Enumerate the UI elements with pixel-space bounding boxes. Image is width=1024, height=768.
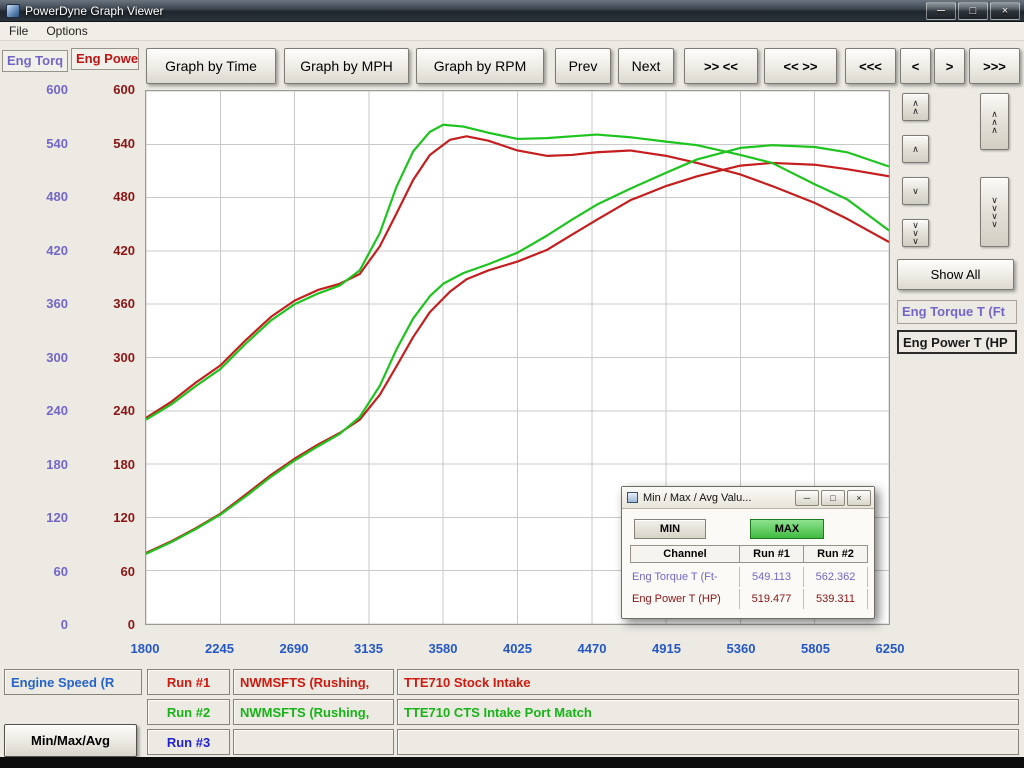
- column-run1[interactable]: Run #1: [739, 545, 804, 563]
- minmax-window-icon: [627, 492, 638, 503]
- run1-name-field[interactable]: NWMSFTS (Rushing,: [233, 669, 394, 695]
- legend-torque-channel[interactable]: Eng Torque T (Ft: [897, 300, 1017, 324]
- minmax-window-title: Min / Max / Avg Valu...: [643, 492, 793, 504]
- minmax-close-button[interactable]: ×: [847, 490, 871, 506]
- max-toggle-button[interactable]: MAX: [750, 519, 824, 539]
- rpm-tick-label: 4025: [487, 641, 549, 657]
- graph-by-rpm-button[interactable]: Graph by RPM: [416, 48, 544, 84]
- zoom-in-button[interactable]: >> <<: [684, 48, 758, 84]
- minmax-torque-channel: Eng Torque T (Ft-: [630, 567, 740, 587]
- run3-label[interactable]: Run #3: [147, 729, 230, 755]
- minmax-power-run1-value: 519.477: [740, 589, 804, 609]
- power-tick-label: 360: [93, 296, 135, 312]
- title-bar[interactable]: PowerDyne Graph Viewer ─ □ ×: [0, 0, 1024, 22]
- table-row: Eng Power T (HP) 519.477 539.311: [630, 589, 868, 609]
- scale-down-icon[interactable]: ∨: [902, 177, 929, 205]
- torque-tick-label: 540: [26, 136, 68, 152]
- minmax-minimize-button[interactable]: ─: [795, 490, 819, 506]
- zoom-out-button[interactable]: << >>: [764, 48, 837, 84]
- torque-axis-title[interactable]: Eng Torq: [2, 50, 68, 72]
- bottom-edge: [0, 757, 1024, 768]
- scale-down-triple-icon[interactable]: ∨ ∨ ∨: [902, 219, 929, 247]
- torque-tick-label: 240: [26, 403, 68, 419]
- minmax-table-header: Channel Run #1 Run #2: [630, 545, 867, 563]
- scale-up-icon[interactable]: ∧: [902, 135, 929, 163]
- rpm-tick-label: 5360: [710, 641, 772, 657]
- window-title: PowerDyne Graph Viewer: [25, 4, 164, 18]
- minmax-restore-button[interactable]: □: [821, 490, 845, 506]
- menu-bar: File Options: [0, 22, 1024, 41]
- run2-description-field[interactable]: TTE710 CTS Intake Port Match: [397, 699, 1019, 725]
- minimize-button[interactable]: ─: [926, 2, 956, 20]
- scroll-far-left-button[interactable]: <<<: [845, 48, 896, 84]
- torque-tick-label: 0: [26, 617, 68, 633]
- scroll-right-button[interactable]: >: [934, 48, 965, 84]
- power-tick-label: 240: [93, 403, 135, 419]
- power-axis-title[interactable]: Eng Powe: [71, 48, 139, 70]
- run2-name-field[interactable]: NWMSFTS (Rushing,: [233, 699, 394, 725]
- power-tick-label: 60: [93, 564, 135, 580]
- x-axis-channel-box[interactable]: Engine Speed (R: [4, 669, 142, 695]
- prev-button[interactable]: Prev: [555, 48, 611, 84]
- rpm-tick-label: 4470: [561, 641, 623, 657]
- next-button[interactable]: Next: [618, 48, 674, 84]
- minmax-title-bar[interactable]: Min / Max / Avg Valu... ─ □ ×: [622, 487, 874, 509]
- table-row: Eng Torque T (Ft- 549.113 562.362: [630, 567, 868, 587]
- minmax-torque-run1-value: 549.113: [740, 567, 804, 587]
- rpm-tick-label: 3135: [338, 641, 400, 657]
- torque-tick-label: 120: [26, 510, 68, 526]
- run2-label[interactable]: Run #2: [147, 699, 230, 725]
- torque-tick-label: 420: [26, 243, 68, 259]
- torque-tick-label: 60: [26, 564, 68, 580]
- torque-tick-label: 180: [26, 457, 68, 473]
- column-channel: Channel: [630, 545, 740, 563]
- rpm-tick-label: 2690: [263, 641, 325, 657]
- rpm-tick-label: 3580: [412, 641, 474, 657]
- rpm-tick-label: 6250: [859, 641, 921, 657]
- torque-tick-label: 300: [26, 350, 68, 366]
- rpm-tick-label: 1800: [114, 641, 176, 657]
- minmax-power-run2-value: 539.311: [804, 589, 868, 609]
- run1-label[interactable]: Run #1: [147, 669, 230, 695]
- minmax-power-channel: Eng Power T (HP): [630, 589, 740, 609]
- torque-tick-label: 600: [26, 82, 68, 98]
- show-all-button[interactable]: Show All: [897, 259, 1014, 290]
- app-icon: [6, 4, 20, 18]
- power-tick-label: 540: [93, 136, 135, 152]
- menu-options[interactable]: Options: [37, 22, 96, 40]
- scroll-far-right-button[interactable]: >>>: [969, 48, 1020, 84]
- minmax-torque-run2-value: 562.362: [804, 567, 868, 587]
- power-tick-label: 480: [93, 189, 135, 205]
- page-down-icon[interactable]: ∨ ∨ ∨ ∨: [980, 177, 1009, 247]
- page-up-icon[interactable]: ∧ ∧ ∧: [980, 93, 1009, 150]
- rpm-tick-label: 2245: [189, 641, 251, 657]
- run3-name-field[interactable]: [233, 729, 394, 755]
- minmaxavg-button[interactable]: Min/Max/Avg: [4, 724, 137, 757]
- graph-by-time-button[interactable]: Graph by Time: [146, 48, 276, 84]
- power-tick-label: 120: [93, 510, 135, 526]
- legend-power-channel[interactable]: Eng Power T (HP: [897, 330, 1017, 354]
- rpm-tick-label: 5805: [785, 641, 847, 657]
- torque-tick-label: 360: [26, 296, 68, 312]
- run3-description-field[interactable]: [397, 729, 1019, 755]
- power-tick-label: 420: [93, 243, 135, 259]
- power-tick-label: 0: [93, 617, 135, 633]
- close-button[interactable]: ×: [990, 2, 1020, 20]
- maximize-button[interactable]: □: [958, 2, 988, 20]
- scale-up-double-icon[interactable]: ∧ ∧: [902, 93, 929, 121]
- scroll-left-button[interactable]: <: [900, 48, 931, 84]
- run1-description-field[interactable]: TTE710 Stock Intake: [397, 669, 1019, 695]
- power-tick-label: 300: [93, 350, 135, 366]
- menu-file[interactable]: File: [0, 22, 37, 40]
- minmax-window[interactable]: Min / Max / Avg Valu... ─ □ × MIN MAX Ch…: [621, 486, 875, 619]
- torque-tick-label: 480: [26, 189, 68, 205]
- column-run2[interactable]: Run #2: [803, 545, 868, 563]
- power-tick-label: 180: [93, 457, 135, 473]
- min-toggle-button[interactable]: MIN: [634, 519, 706, 539]
- graph-by-mph-button[interactable]: Graph by MPH: [284, 48, 409, 84]
- window-controls: ─ □ ×: [924, 2, 1020, 20]
- power-tick-label: 600: [93, 82, 135, 98]
- rpm-tick-label: 4915: [636, 641, 698, 657]
